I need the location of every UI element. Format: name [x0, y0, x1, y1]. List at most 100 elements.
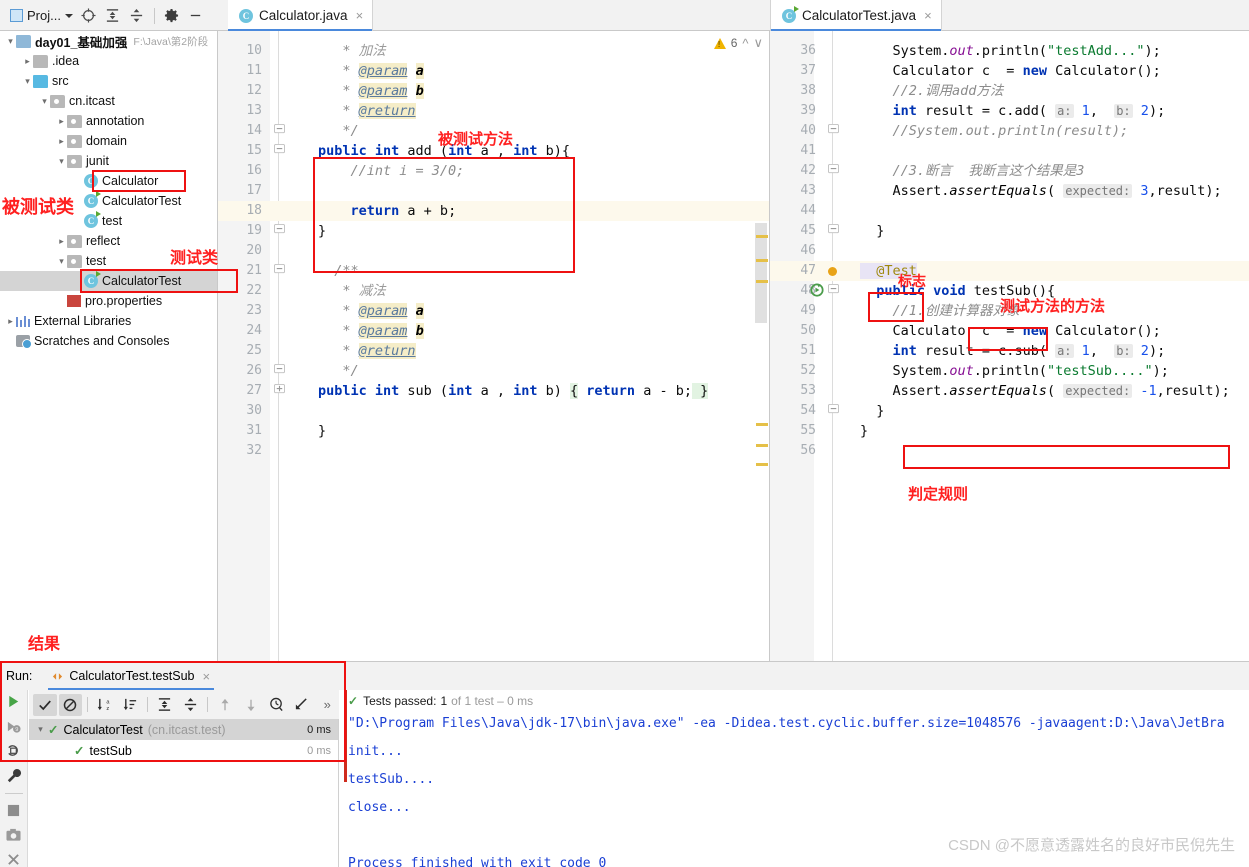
code-line[interactable]: //1.创建计算器对象	[860, 301, 1020, 321]
debug-icon[interactable]: 9	[4, 719, 24, 735]
more-icon[interactable]: »	[315, 694, 339, 716]
test-runner-toolbar[interactable]: az »	[29, 690, 339, 719]
fold-collapse-icon[interactable]	[272, 221, 286, 241]
chevron-down-icon[interactable]: ▾	[39, 96, 50, 107]
tree-item-src[interactable]: ▾ src	[0, 71, 217, 91]
code-line[interactable]: }	[860, 421, 868, 441]
fold-collapse-icon[interactable]	[272, 361, 286, 381]
code-line[interactable]: Calculator c = new Calculator();	[860, 61, 1161, 81]
run-side-toolbar[interactable]: 9	[0, 690, 28, 867]
code-line[interactable]: * @param a	[318, 61, 424, 81]
tree-item-calculator[interactable]: C Calculator	[0, 171, 217, 191]
tree-item-pro-properties[interactable]: pro.properties	[0, 291, 217, 311]
tree-item-annotation[interactable]: ▸ annotation	[0, 111, 217, 131]
export-icon[interactable]	[290, 694, 314, 716]
tree-item-cn-itcast[interactable]: ▾ cn.itcast	[0, 91, 217, 111]
editor-marker-strip[interactable]	[755, 31, 769, 661]
prev-failed-icon[interactable]	[213, 694, 237, 716]
chevron-down-icon[interactable]: ▾	[35, 724, 46, 735]
fold-collapse-icon[interactable]	[826, 401, 840, 421]
editor-calculator-java[interactable]: 10 * 加法 11 * @param a 12 * @param b 13 * @r…	[218, 31, 770, 661]
tree-row-root[interactable]: ▾ day01_基础加强 F:\Java\第2阶段	[0, 31, 217, 51]
code-line[interactable]: }	[318, 421, 326, 441]
code-line[interactable]: }	[860, 401, 884, 421]
settings-wrench-icon[interactable]	[4, 768, 24, 784]
fold-collapse-icon[interactable]	[272, 141, 286, 161]
sort-alphabetically-icon[interactable]: az	[93, 694, 117, 716]
next-failed-icon[interactable]	[239, 694, 263, 716]
code-line[interactable]: int result = c.sub( a: 1, b: 2);	[860, 341, 1166, 361]
code-line[interactable]: //2.调用add方法	[860, 81, 1004, 101]
code-line[interactable]: System.out.println("testSub....");	[860, 361, 1169, 381]
hide-ignored-icon[interactable]	[58, 693, 83, 716]
sort-by-duration-icon[interactable]	[119, 694, 143, 716]
fold-collapse-icon[interactable]	[272, 121, 286, 141]
tree-item-calculatortest[interactable]: C CalculatorTest	[0, 271, 217, 291]
test-row-testsub[interactable]: ✓ testSub 0 ms	[29, 740, 338, 761]
fold-collapse-icon[interactable]	[826, 221, 840, 241]
chevron-right-icon[interactable]: ▸	[56, 136, 67, 147]
minimize-icon[interactable]	[185, 5, 207, 27]
code-line[interactable]: */	[318, 361, 358, 381]
history-icon[interactable]	[264, 694, 288, 716]
chevron-right-icon[interactable]: ▸	[56, 236, 67, 247]
tab-calculator-java[interactable]: C Calculator.java ×	[228, 0, 374, 31]
code-line[interactable]: * @param b	[318, 321, 424, 341]
expand-all-icon[interactable]	[153, 694, 177, 716]
code-line[interactable]: //3.断言 我断言这个结果是3	[860, 161, 1085, 181]
locate-icon[interactable]	[78, 5, 100, 27]
fold-collapse-icon[interactable]	[826, 121, 840, 141]
intention-bulb-icon[interactable]	[828, 267, 837, 276]
chevron-down-icon[interactable]: ▾	[22, 76, 33, 87]
gear-icon[interactable]	[161, 5, 183, 27]
project-view-button[interactable]: Proj...	[7, 6, 76, 25]
code-line[interactable]: * 减法	[318, 281, 385, 301]
code-line[interactable]: return a + b;	[318, 201, 457, 221]
editor-calculatortest-java[interactable]: 36 System.out.println("testAdd..."); 37 C…	[770, 31, 1249, 661]
code-line[interactable]: public int sub (int a , int b) { return …	[318, 381, 709, 401]
tree-item-junit[interactable]: ▾ junit	[0, 151, 217, 171]
tab-calculatortest-java[interactable]: C CalculatorTest.java ×	[770, 0, 942, 31]
tree-item--idea[interactable]: ▸ .idea	[0, 51, 217, 71]
tree-item-domain[interactable]: ▸ domain	[0, 131, 217, 151]
collapse-all-icon[interactable]	[179, 694, 203, 716]
code-line[interactable]: }	[318, 221, 326, 241]
tree-item-scratches-and-consoles[interactable]: Scratches and Consoles	[0, 331, 217, 351]
console-output[interactable]: ✓ Tests passed: 1 of 1 test – 0 ms "D:\P…	[340, 690, 1249, 867]
code-line[interactable]: */	[318, 121, 358, 141]
chevron-right-icon[interactable]: ▸	[5, 316, 16, 327]
code-line[interactable]: * @param a	[318, 301, 424, 321]
code-line[interactable]: }	[860, 221, 884, 241]
test-results-tree[interactable]: ▾ ✓ CalculatorTest (cn.itcast.test) 0 ms ✓ tes…	[29, 719, 339, 867]
expand-all-icon[interactable]	[102, 5, 124, 27]
prev-problem-icon[interactable]: ^	[742, 36, 748, 51]
screenshot-icon[interactable]	[4, 827, 24, 843]
close-icon[interactable]	[4, 851, 24, 867]
code-line[interactable]: int result = c.add( a: 1, b: 2);	[860, 101, 1166, 121]
chevron-right-icon[interactable]: ▸	[22, 56, 33, 67]
code-line[interactable]: Assert.assertEquals( expected: 3,result)…	[860, 181, 1222, 201]
scrollbar-thumb[interactable]	[755, 223, 767, 323]
chevron-right-icon[interactable]: ▸	[56, 116, 67, 127]
close-icon[interactable]: ×	[202, 669, 210, 684]
run-test-gutter-icon[interactable]	[810, 283, 824, 300]
project-tree[interactable]: ▾ day01_基础加强 F:\Java\第2阶段 ▸ .idea ▾ src ▾ cn.…	[0, 31, 218, 661]
code-line[interactable]: * @return	[318, 341, 416, 361]
chevron-down-icon[interactable]: ▾	[56, 256, 67, 267]
fold-expand-icon[interactable]	[272, 381, 286, 401]
run-tool-window[interactable]: Run: CalculatorTest.testSub × 9 a z » ▾ …	[0, 661, 1249, 867]
run-configuration-tab[interactable]: CalculatorTest.testSub ×	[48, 662, 215, 690]
fold-collapse-icon[interactable]	[826, 161, 840, 181]
stop-icon[interactable]	[4, 802, 24, 818]
close-icon[interactable]: ×	[924, 8, 932, 23]
code-line[interactable]: * @return	[318, 101, 416, 121]
test-row-calculatortest[interactable]: ▾ ✓ CalculatorTest (cn.itcast.test) 0 ms	[29, 719, 338, 740]
code-line[interactable]: //System.out.println(result);	[860, 121, 1129, 141]
show-passed-icon[interactable]	[33, 693, 57, 716]
fold-collapse-icon[interactable]	[272, 261, 286, 281]
run-icon[interactable]	[4, 694, 24, 710]
code-line[interactable]: * 加法	[318, 41, 385, 61]
chevron-down-icon[interactable]: ▾	[5, 36, 16, 47]
code-line[interactable]: Assert.assertEquals( expected: -1,result…	[860, 381, 1230, 401]
code-line[interactable]: /**	[318, 261, 358, 281]
